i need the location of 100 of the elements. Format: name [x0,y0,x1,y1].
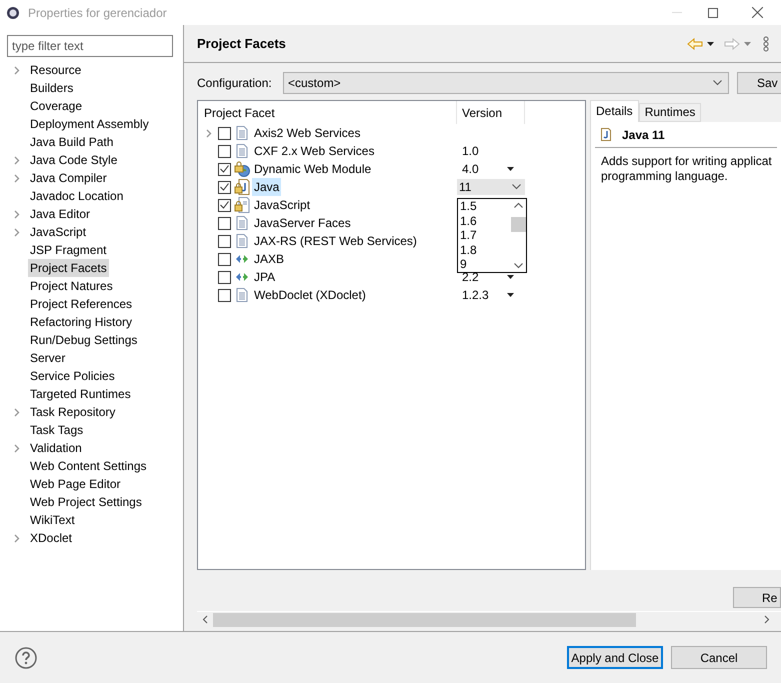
tree-item[interactable]: Java Compiler [28,169,109,187]
tree-item[interactable]: Web Project Settings [28,493,144,511]
scroll-up-icon[interactable] [514,202,523,208]
configuration-label: Configuration: [197,74,273,92]
expand-chevron-icon[interactable] [14,444,20,452]
side-button[interactable]: Re [733,587,781,608]
tree-item[interactable]: Run/Debug Settings [28,331,140,349]
expand-chevron-icon[interactable] [14,66,20,74]
details-description: Adds support for writing applicat programming language. [600,154,773,184]
tree-item[interactable]: Coverage [28,97,84,115]
expand-chevron-icon[interactable] [14,408,20,416]
dropdown-arrow-icon[interactable] [707,42,714,46]
close-icon[interactable] [752,7,763,18]
checkbox[interactable] [218,252,231,266]
checkbox[interactable] [218,216,231,230]
checkbox[interactable] [218,126,231,140]
version-option[interactable]: 9 [460,257,511,272]
tree-item[interactable]: JSP Fragment [28,241,108,259]
column-header[interactable]: Version [457,101,525,124]
facet-name[interactable]: WebDoclet (XDoclet) [252,286,368,304]
double-arrow-icon [235,254,249,264]
tree-item[interactable]: Project Facets [28,259,109,277]
tree-item[interactable]: Web Page Editor [28,475,122,493]
facet-name[interactable]: JavaScript [252,196,312,214]
tree-item[interactable]: Task Tags [28,421,86,439]
locked-globe-icon [234,161,250,177]
chevron-down-icon[interactable] [713,80,722,86]
configuration-dropdown[interactable]: <custom> [283,72,729,94]
checkbox[interactable] [218,144,231,158]
facet-name[interactable]: Axis2 Web Services [252,124,362,142]
tree-item[interactable]: Task Repository [28,403,118,421]
document-icon [236,288,248,302]
tree-item[interactable]: Refactoring History [28,313,134,331]
page-title: Project Facets [197,34,286,53]
tree-item[interactable]: Validation [28,439,84,457]
tree-item[interactable]: Project References [28,295,134,313]
dropdown-arrow-icon[interactable] [507,167,514,171]
dialog-button[interactable]: Apply and Close [567,646,663,669]
scroll-right-icon[interactable] [764,615,770,624]
tree-item[interactable]: WikiText [28,511,77,529]
dropdown-arrow-icon[interactable] [507,293,514,297]
tree-item[interactable]: Deployment Assembly [28,115,151,133]
checkbox[interactable] [218,288,231,302]
version-option[interactable]: 1.7 [460,228,511,242]
checkbox[interactable] [218,198,231,212]
version-combo[interactable]: 11 [457,179,525,195]
scroll-left-icon[interactable] [202,615,208,624]
tree-item[interactable]: XDoclet [28,529,74,547]
tree-item[interactable]: Java Editor [28,205,92,223]
facet-name[interactable]: JPA [252,268,278,286]
facet-name[interactable]: Java [252,178,282,196]
app-icon [6,6,20,20]
tree-item[interactable]: Javadoc Location [28,187,126,205]
tree-item[interactable]: Targeted Runtimes [28,385,133,403]
facet-name[interactable]: JavaServer Faces [252,214,353,232]
version-option[interactable]: 1.5 [460,199,511,214]
version-list[interactable]: 1.5 1.6 1.7 1.8 9 [457,198,527,273]
menu-icon[interactable] [763,36,769,52]
scroll-down-icon[interactable] [514,262,523,269]
version-option[interactable]: 1.8 [460,242,511,257]
tree-item[interactable]: Java Build Path [28,133,116,151]
tree-item[interactable]: Builders [28,79,76,97]
tree-item[interactable]: Resource [28,61,84,79]
expand-chevron-icon[interactable] [206,128,212,138]
scroll-thumb[interactable] [511,217,526,232]
java-file-icon [601,128,611,141]
facet-name[interactable]: JAX-RS (REST Web Services) [252,232,419,250]
checkbox[interactable] [218,162,231,176]
scroll-thumb[interactable] [213,612,636,626]
tab[interactable]: Details [590,100,639,122]
expand-chevron-icon[interactable] [14,534,20,542]
chevron-down-icon[interactable] [512,184,521,190]
save-button[interactable]: Sav [737,72,781,94]
tree-item[interactable]: Web Content Settings [28,457,149,475]
tree-item[interactable]: JavaScript [28,223,88,241]
facet-name[interactable]: Dynamic Web Module [252,160,374,178]
document-icon [236,234,248,248]
dialog-button[interactable]: Cancel [671,646,767,669]
filter-field[interactable]: type filter text [7,35,173,57]
version-option[interactable]: 1.6 [460,214,511,228]
document-icon [236,216,248,230]
tree-item[interactable]: Service Policies [28,367,117,385]
tree-item[interactable]: Project Natures [28,277,115,295]
version-value: 1.0 [462,143,479,160]
facet-name[interactable]: CXF 2.x Web Services [252,142,376,160]
checkbox[interactable] [218,270,231,284]
checkbox[interactable] [218,234,231,248]
locked-document-icon [234,197,250,213]
help-icon[interactable] [15,646,37,668]
maximize-icon[interactable] [708,8,718,18]
locked-java-file-icon [234,179,250,195]
checkbox[interactable] [218,180,231,194]
facet-name[interactable]: JAXB [252,250,286,268]
tree-item[interactable]: Server [28,349,68,367]
tree-item[interactable]: Java Code Style [28,151,120,169]
dropdown-arrow-icon[interactable] [507,275,514,279]
document-icon [236,126,248,140]
tab[interactable]: Runtimes [638,103,702,122]
column-header[interactable]: Project Facet [198,101,457,124]
version-value: 4.0 [462,161,479,178]
